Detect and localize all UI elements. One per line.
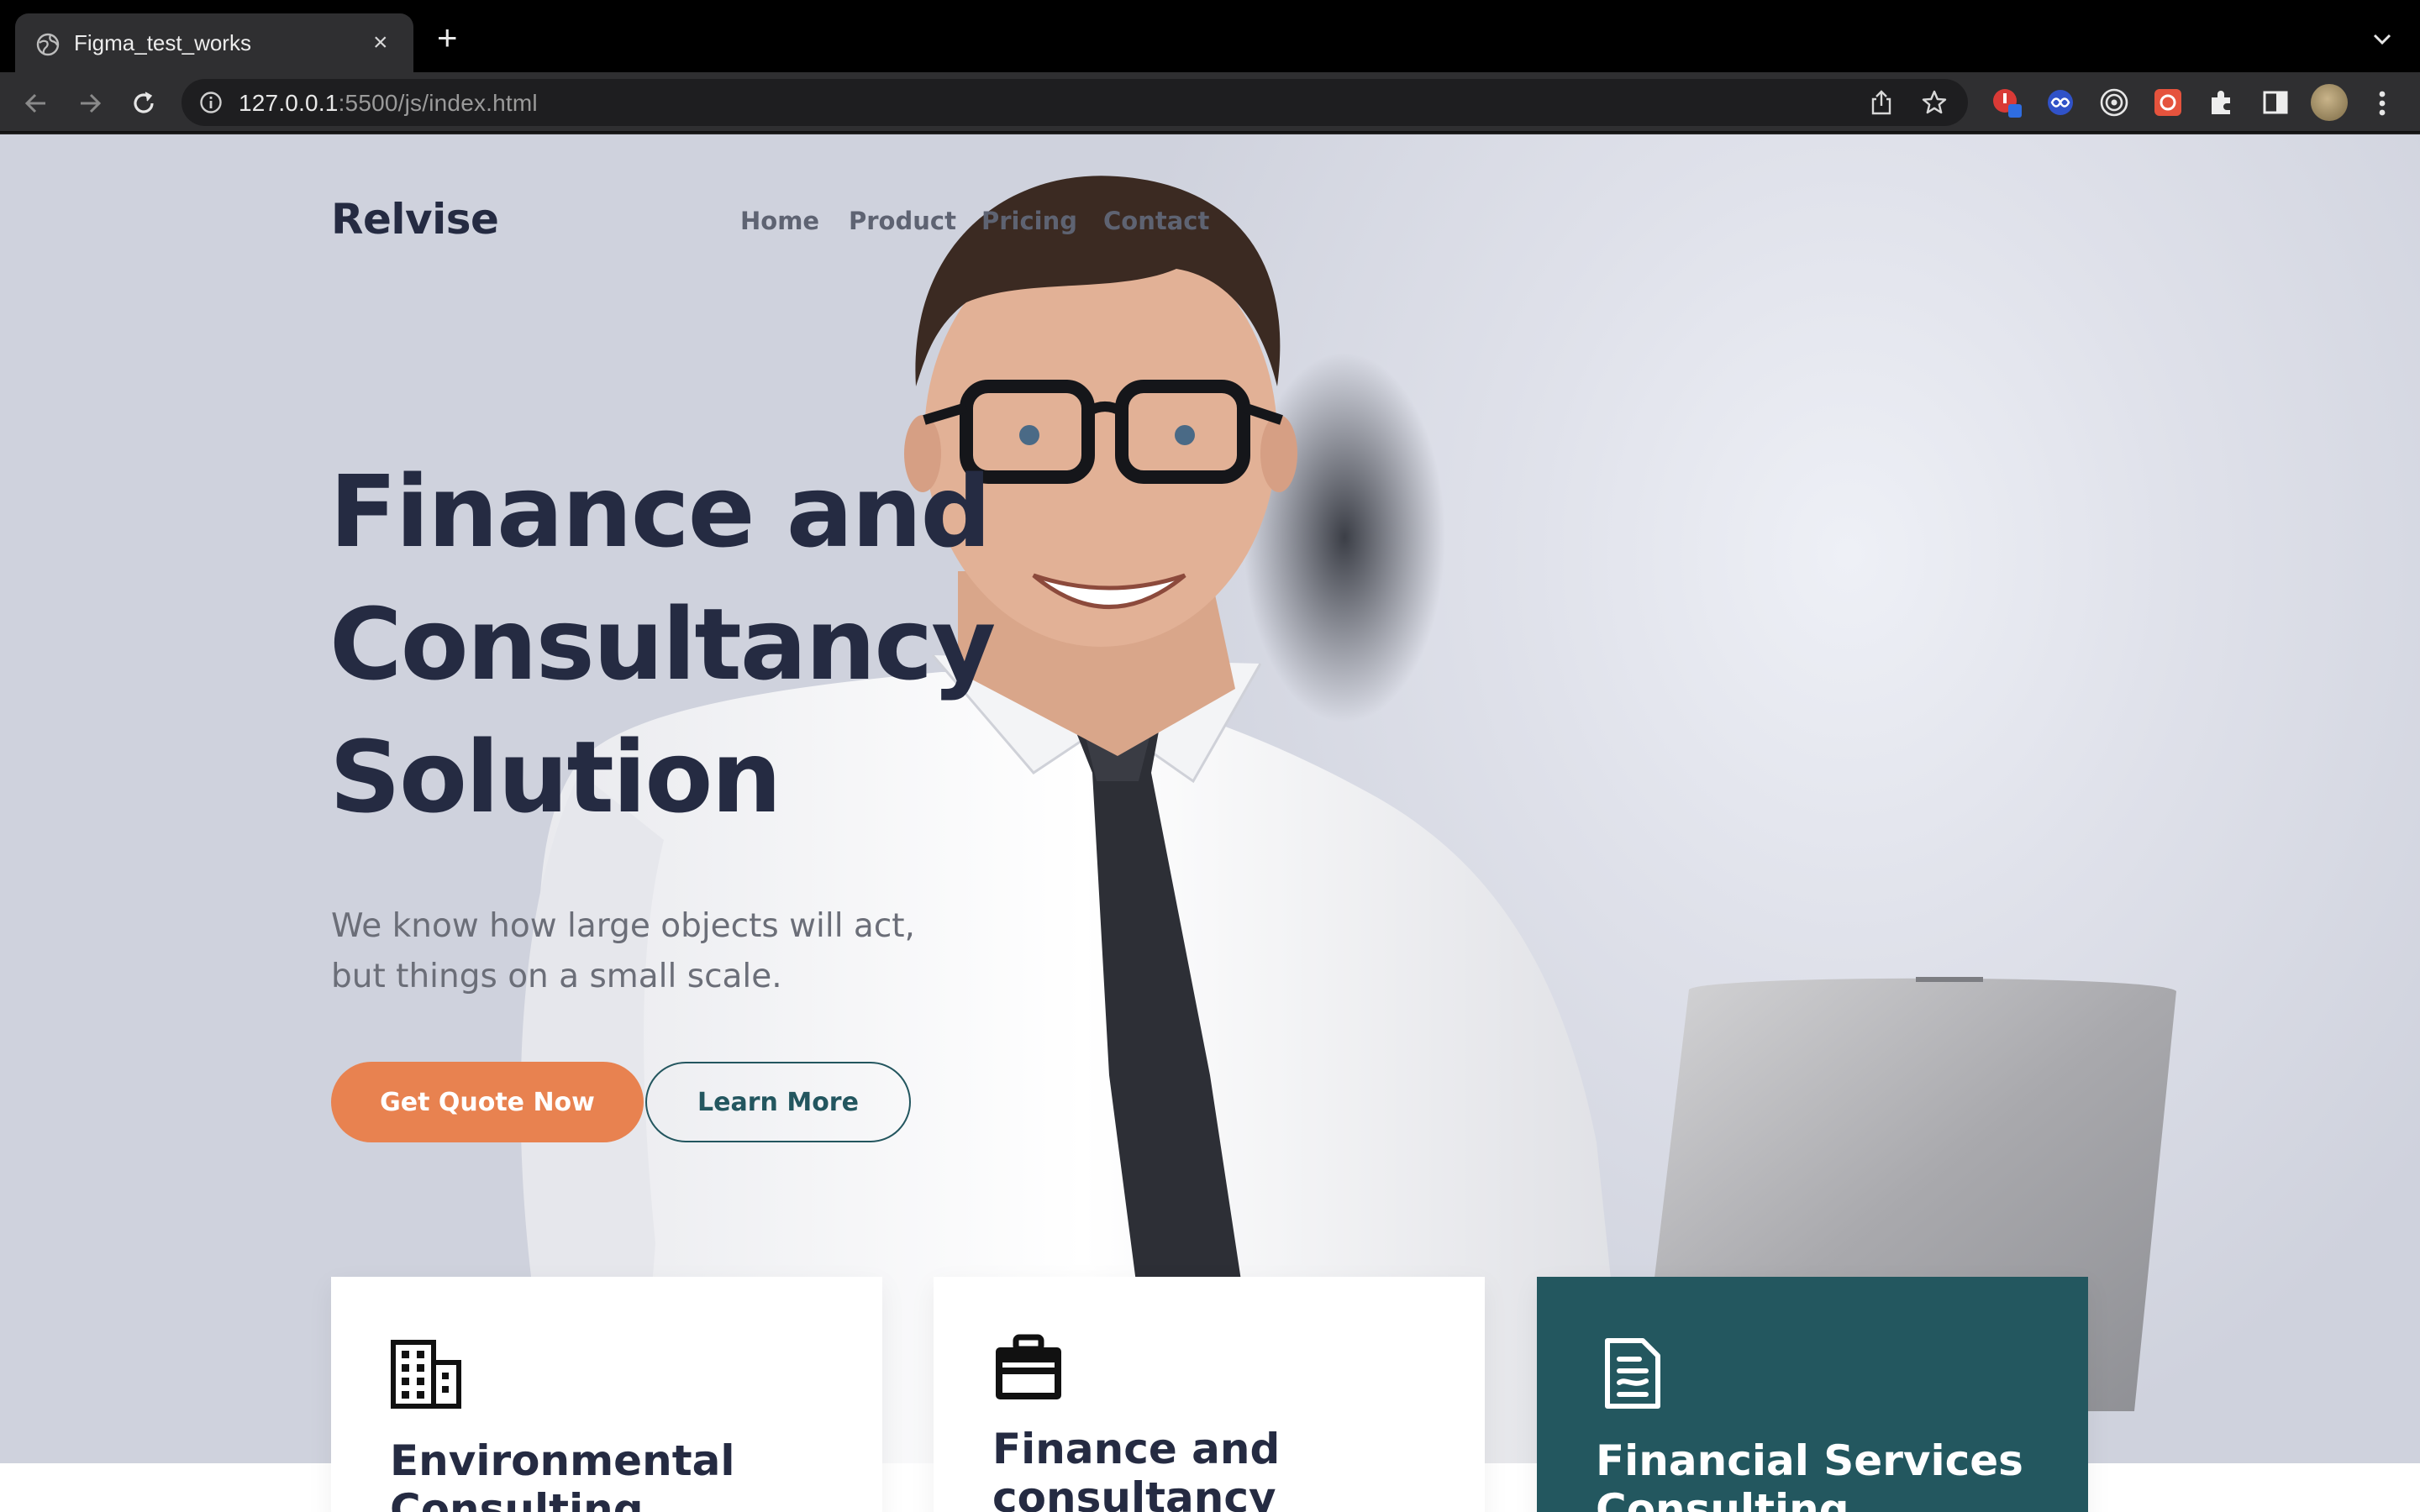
page-viewport: Relvise Home Product Pricing Contact Fin… <box>0 134 2420 1512</box>
extension-target-icon[interactable] <box>2097 86 2131 119</box>
extensions-puzzle-icon[interactable] <box>2205 86 2238 119</box>
service-card-title-line: Consulting <box>1596 1485 1849 1512</box>
browser-toolbar: 127.0.0.1:5500/js/index.html <box>0 72 2420 133</box>
service-card-title-line: Consulting <box>390 1485 644 1512</box>
bookmark-star-icon[interactable] <box>1921 89 1948 116</box>
service-card-title-line: Financial Services <box>1596 1436 2023 1485</box>
profile-avatar[interactable] <box>2311 84 2348 121</box>
get-quote-button[interactable]: Get Quote Now <box>331 1062 644 1142</box>
hero-headline-line-2: Consultancy <box>329 586 996 702</box>
reload-icon[interactable] <box>128 87 160 119</box>
globe-icon <box>36 33 60 56</box>
service-card-title-line: Environmental <box>390 1436 735 1485</box>
service-card-financial-services[interactable]: Financial Services Consulting <box>1537 1277 2088 1512</box>
extension-infinity-icon[interactable] <box>2044 86 2077 119</box>
site-info-icon[interactable] <box>198 90 224 115</box>
service-card-title: Environmental Consulting <box>390 1436 734 1512</box>
learn-more-button[interactable]: Learn More <box>645 1062 911 1142</box>
nav-pricing[interactable]: Pricing <box>981 207 1077 235</box>
side-panel-icon[interactable] <box>2259 86 2292 119</box>
service-card-title-line: Finance and <box>992 1425 1281 1473</box>
address-bar[interactable]: 127.0.0.1:5500/js/index.html <box>182 79 1968 126</box>
browser-menu-icon[interactable] <box>2371 87 2393 119</box>
hero-subtitle-line-2: but things on a small scale. <box>331 958 782 995</box>
url-host: 127.0.0.1 <box>239 90 339 116</box>
forward-icon[interactable] <box>74 87 106 119</box>
service-card-title: Financial Services Consulting <box>1596 1436 2023 1512</box>
browser-tab-strip: Figma_test_works × + <box>0 0 2420 72</box>
browser-tab[interactable]: Figma_test_works × <box>15 13 413 72</box>
hero-subtitle-line-1: We know how large objects will act, <box>331 907 915 945</box>
site-logo[interactable]: Relvise <box>331 195 499 244</box>
document-icon <box>1605 1338 1660 1409</box>
nav-contact[interactable]: Contact <box>1103 207 1209 235</box>
tab-search-chevron-icon[interactable] <box>2371 29 2393 50</box>
tab-title: Figma_test_works <box>74 30 251 55</box>
service-card-title-line: consultancy <box>992 1473 1276 1512</box>
service-card-title: Finance and consultancy <box>992 1425 1280 1512</box>
nav-home[interactable]: Home <box>740 207 819 235</box>
close-tab-icon[interactable]: × <box>373 29 388 57</box>
url-text: 127.0.0.1:5500/js/index.html <box>239 90 538 117</box>
extension-record-icon[interactable] <box>2151 86 2185 119</box>
service-card-environmental[interactable]: Environmental Consulting <box>331 1277 882 1512</box>
new-tab-button[interactable]: + <box>437 20 458 55</box>
hero-headline-line-1: Finance and <box>329 454 992 570</box>
service-card-finance[interactable]: Finance and consultancy <box>934 1277 1485 1512</box>
url-path: :5500/js/index.html <box>338 90 538 116</box>
extension-lastpass-icon[interactable] <box>1990 86 2023 119</box>
back-icon[interactable] <box>20 87 52 119</box>
building-icon <box>391 1340 461 1409</box>
hero-headline-line-3: Solution <box>329 719 781 835</box>
share-icon[interactable] <box>1869 89 1894 116</box>
briefcase-icon <box>996 1334 1061 1399</box>
nav-product[interactable]: Product <box>849 207 956 235</box>
